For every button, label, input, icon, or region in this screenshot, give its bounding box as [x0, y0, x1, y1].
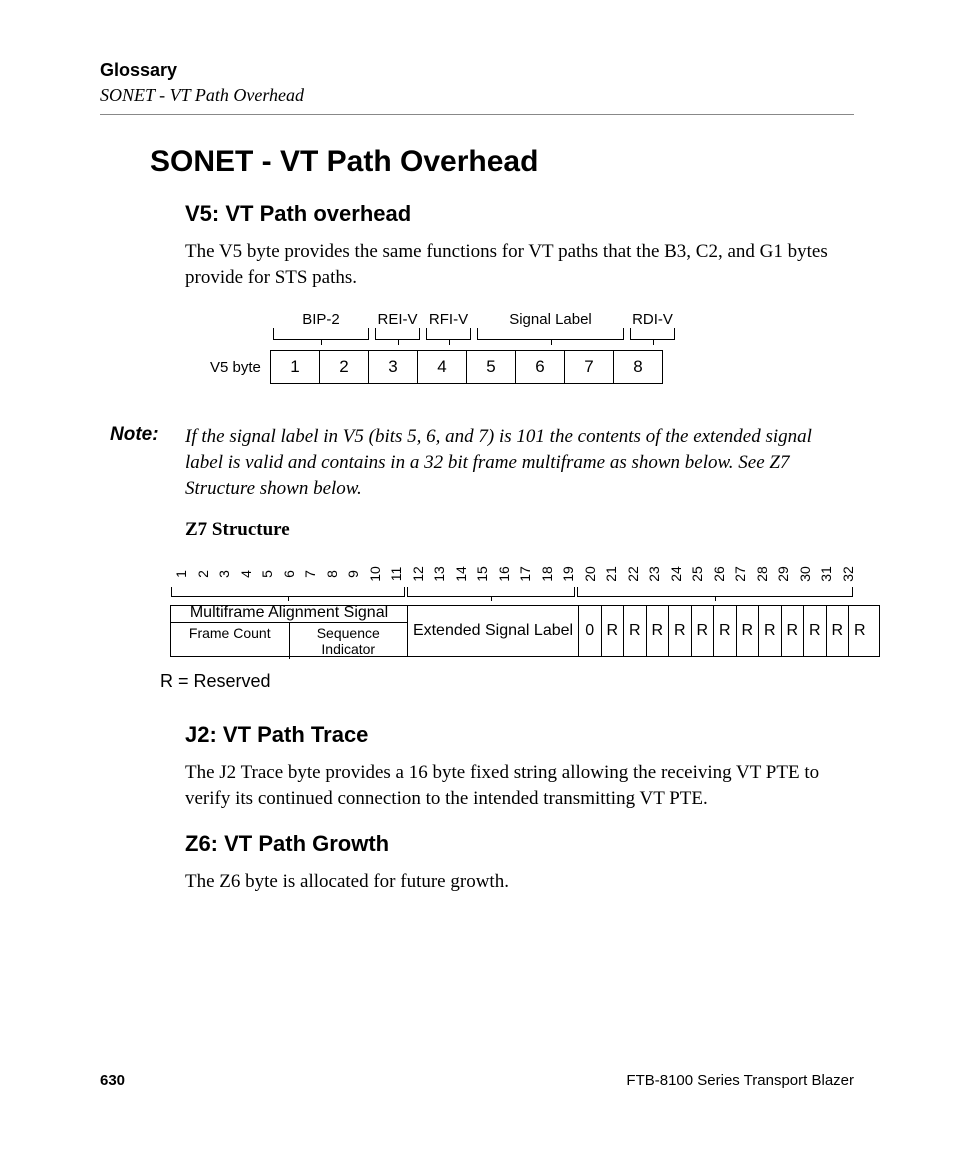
z7-bit-number: 32 [834, 563, 860, 585]
bracket [407, 587, 575, 597]
z7-bit-31: R [827, 606, 850, 656]
bracket [273, 328, 369, 340]
z7-bit-27: R [737, 606, 760, 656]
v5-brackets [270, 328, 854, 342]
z7-bit-26: R [714, 606, 737, 656]
running-head: Glossary SONET - VT Path Overhead [100, 60, 854, 106]
footer-product: FTB-8100 Series Transport Blazer [626, 1072, 854, 1089]
page-number: 630 [100, 1072, 125, 1089]
v5-label-reiv: REI-V [372, 311, 423, 328]
z7-bit-28: R [759, 606, 782, 656]
z7-ext-label: Extended Signal Label [408, 606, 579, 656]
j2-body: The J2 Trace byte provides a 16 byte fix… [185, 760, 845, 811]
z7-seq-indicator: Sequence Indicator [290, 623, 408, 659]
v5-bit-4: 4 [418, 351, 467, 383]
v5-label-rfiv: RFI-V [423, 311, 474, 328]
bracket [375, 328, 420, 340]
z6-heading: Z6: VT Path Growth [185, 831, 854, 857]
v5-row: V5 byte 1 2 3 4 5 6 7 8 [210, 350, 854, 384]
note-body: If the signal label in V5 (bits 5, 6, an… [185, 424, 854, 501]
z7-bit-30: R [804, 606, 827, 656]
v5-label-signal: Signal Label [474, 311, 627, 328]
page-title: SONET - VT Path Overhead [150, 145, 854, 179]
bracket [426, 328, 471, 340]
z7-bit-25: R [692, 606, 715, 656]
z7-frame-count: Frame Count [171, 623, 290, 659]
v5-cells: 1 2 3 4 5 6 7 8 [270, 350, 663, 384]
z7-diagram: 1234567891011121314151617181920212223242… [160, 561, 880, 657]
v5-label-bip2: BIP-2 [270, 311, 372, 328]
v5-row-label: V5 byte [210, 359, 270, 376]
z7-bit-20: 0 [579, 606, 602, 656]
bracket [577, 587, 853, 597]
v5-bit-7: 7 [565, 351, 614, 383]
note-label: Note: [110, 424, 185, 501]
z7-reserved-legend: R = Reserved [160, 671, 854, 692]
footer: 630 FTB-8100 Series Transport Blazer [100, 1072, 854, 1089]
header-rule [100, 114, 854, 115]
v5-bit-3: 3 [369, 351, 418, 383]
z7-mas-label: Multiframe Alignment Signal [190, 604, 388, 622]
z7-mas-subrow: Frame Count Sequence Indicator [171, 622, 407, 659]
v5-bit-2: 2 [320, 351, 369, 383]
z7-brackets [170, 587, 880, 599]
v5-labels: BIP-2 REI-V RFI-V Signal Label RDI-V [270, 306, 854, 328]
j2-heading: J2: VT Path Trace [185, 722, 854, 748]
z7-bit-22: R [624, 606, 647, 656]
z7-title: Z7 Structure [185, 519, 854, 541]
z6-body: The Z6 byte is allocated for future grow… [185, 869, 845, 895]
z7-ext-label-text: Extended Signal Label [413, 622, 573, 640]
header-subhead: SONET - VT Path Overhead [100, 85, 854, 106]
z7-bit-29: R [782, 606, 805, 656]
bracket [477, 328, 624, 340]
bracket [171, 587, 405, 597]
v5-bit-6: 6 [516, 351, 565, 383]
z7-main-row: Multiframe Alignment Signal Frame Count … [170, 605, 880, 657]
v5-bit-1: 1 [271, 351, 320, 383]
v5-body: The V5 byte provides the same functions … [185, 239, 845, 290]
z7-bit-24: R [669, 606, 692, 656]
v5-bit-5: 5 [467, 351, 516, 383]
z7-bit-23: R [647, 606, 670, 656]
header-glossary: Glossary [100, 60, 854, 81]
note: Note: If the signal label in V5 (bits 5,… [110, 424, 854, 501]
z7-mas: Multiframe Alignment Signal Frame Count … [171, 606, 408, 656]
page: Glossary SONET - VT Path Overhead SONET … [0, 0, 954, 1159]
z7-bit-21: R [602, 606, 625, 656]
v5-label-rdiv: RDI-V [627, 311, 678, 328]
v5-heading: V5: VT Path overhead [185, 201, 854, 227]
z7-bit-numbers: 1234567891011121314151617181920212223242… [170, 561, 880, 587]
z7-bit-32: R [849, 606, 871, 656]
v5-diagram: BIP-2 REI-V RFI-V Signal Label RDI-V V5 … [210, 306, 854, 384]
v5-bit-8: 8 [614, 351, 662, 383]
bracket [630, 328, 675, 340]
